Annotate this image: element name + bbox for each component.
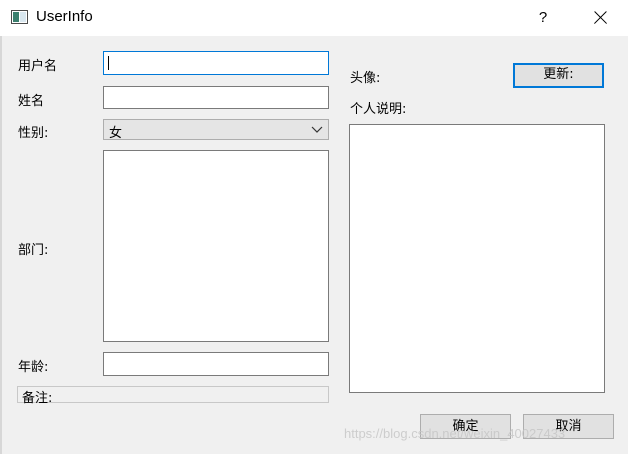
- text-caret: [108, 56, 109, 70]
- name-input[interactable]: [103, 86, 329, 109]
- gender-label: 性别:: [18, 126, 49, 141]
- age-input[interactable]: [103, 352, 329, 376]
- bio-textarea[interactable]: [349, 124, 605, 393]
- department-textarea[interactable]: [103, 150, 329, 342]
- update-button[interactable]: 更新:: [513, 63, 604, 88]
- gender-select[interactable]: 女: [103, 119, 329, 141]
- bio-label: 个人说明:: [350, 102, 407, 117]
- watermark: https://blog.csdn.net/weixin_40027433: [344, 426, 566, 441]
- gender-select-value: 女: [109, 126, 123, 141]
- window-edge: [0, 36, 2, 454]
- department-label: 部门:: [18, 243, 49, 258]
- window-title: UserInfo: [36, 8, 93, 25]
- name-label: 姓名: [18, 94, 45, 109]
- remark-group: 备注:: [17, 386, 329, 406]
- remark-label: 备注:: [22, 391, 53, 406]
- age-label: 年龄:: [18, 360, 49, 375]
- title-bar: UserInfo ?: [0, 0, 628, 36]
- avatar-label: 头像:: [350, 71, 381, 86]
- app-icon: [11, 10, 28, 24]
- help-button[interactable]: ?: [526, 4, 560, 32]
- close-icon[interactable]: [578, 4, 622, 32]
- username-input[interactable]: [103, 51, 329, 75]
- update-button-label: 更新:: [543, 67, 574, 82]
- chevron-down-icon: [311, 126, 323, 133]
- username-label: 用户名: [18, 59, 58, 74]
